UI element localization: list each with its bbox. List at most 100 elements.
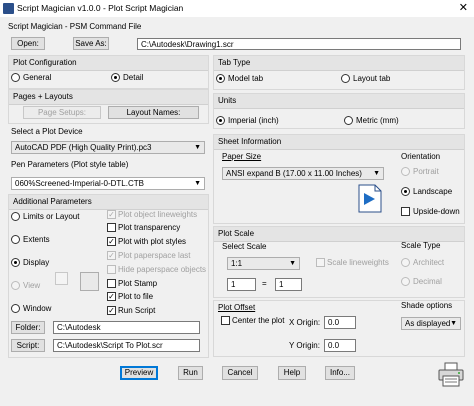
detail-radio[interactable]: [111, 73, 120, 82]
plot-to-file-checkbox[interactable]: ✓: [107, 292, 116, 301]
center-the-plot-checkbox[interactable]: [221, 316, 230, 325]
run-script-checkbox[interactable]: ✓: [107, 306, 116, 315]
plot-paperspace-last-checkbox[interactable]: ✓: [107, 251, 116, 260]
chevron-down-icon: ▼: [373, 170, 380, 177]
metric-label: Metric (mm): [356, 116, 399, 125]
imperial-radio[interactable]: [216, 116, 225, 125]
view-label: View: [23, 281, 41, 290]
close-icon[interactable]: ✕: [459, 1, 468, 14]
general-label: General: [23, 73, 52, 82]
pen-parameters-value: 060%Screened-Imperial-0-DTL.CTB: [15, 179, 144, 188]
plot-device-label: Select a Plot Device: [11, 127, 83, 136]
view-name-box[interactable]: [55, 272, 68, 285]
command-file-path-field[interactable]: C:\Autodesk\Drawing1.scr: [137, 38, 461, 50]
orientation-label: Orientation: [401, 152, 441, 161]
equals-label: =: [262, 279, 267, 288]
scale-type-label: Scale Type: [401, 241, 441, 250]
center-the-plot-label: Center the plot: [232, 316, 285, 325]
plot-configuration-header: Plot Configuration: [9, 56, 208, 71]
model-tab-label: Model tab: [228, 74, 264, 83]
preview-button[interactable]: Preview: [120, 366, 158, 380]
window-pick-button[interactable]: [80, 272, 99, 291]
scale-numerator-field[interactable]: 1: [227, 278, 256, 291]
hide-paperspace-objects-label: Hide paperspace objects: [118, 265, 207, 274]
script-button[interactable]: Script:: [11, 339, 45, 352]
shade-options-label: Shade options: [401, 301, 453, 310]
plot-with-plot-styles-checkbox[interactable]: ✓: [107, 237, 116, 246]
layout-tab-radio[interactable]: [341, 74, 350, 83]
shade-options-value: As displayed: [405, 319, 451, 328]
paper-size-select[interactable]: ANSI expand B (17.00 x 11.00 Inches) ▼: [222, 167, 384, 180]
printer-icon: [438, 362, 464, 387]
plot-configuration-group: Plot Configuration: [8, 55, 209, 89]
script-path-field[interactable]: C:\Autodesk\Script To Plot.scr: [53, 339, 200, 352]
plot-stamp-label: Plot Stamp: [118, 279, 158, 288]
extents-radio[interactable]: [11, 235, 20, 244]
x-origin-field[interactable]: 0.0: [324, 316, 356, 329]
portrait-label: Portrait: [413, 167, 439, 176]
plot-transparency-checkbox[interactable]: [107, 223, 116, 232]
imperial-label: Imperial (inch): [228, 116, 279, 125]
plot-transparency-label: Plot transparency: [118, 223, 181, 232]
file-section-label: Script Magician - PSM Command File: [8, 22, 142, 31]
select-scale-label: Select Scale: [222, 242, 267, 251]
plot-device-value: AutoCAD PDF (High Quality Print).pc3: [15, 143, 152, 152]
model-tab-radio[interactable]: [216, 74, 225, 83]
scale-lineweights-checkbox[interactable]: [316, 258, 325, 267]
hide-paperspace-objects-checkbox[interactable]: [107, 265, 116, 274]
script-magician-window: Script Magician v1.0.0 - Plot Script Mag…: [0, 0, 474, 406]
page-setups-button[interactable]: Page Setups:: [23, 106, 101, 119]
x-origin-label: X Origin:: [289, 318, 321, 327]
plot-object-lineweights-label: Plot object lineweights: [118, 210, 198, 219]
plot-device-select[interactable]: AutoCAD PDF (High Quality Print).pc3 ▼: [11, 141, 205, 154]
scale-select[interactable]: 1:1 ▼: [227, 257, 300, 270]
plot-to-file-label: Plot to file: [118, 292, 154, 301]
landscape-page-icon: [358, 184, 382, 213]
scale-denominator-field[interactable]: 1: [275, 278, 302, 291]
pen-parameters-select[interactable]: 060%Screened-Imperial-0-DTL.CTB ▼: [11, 177, 205, 190]
architect-label: Architect: [413, 258, 445, 267]
additional-parameters-header: Additional Parameters: [9, 195, 208, 210]
window-radio[interactable]: [11, 304, 20, 313]
layout-names-button[interactable]: Layout Names:: [108, 106, 199, 119]
sheet-information-header: Sheet Information: [214, 135, 464, 150]
y-origin-field[interactable]: 0.0: [324, 339, 356, 352]
metric-radio[interactable]: [344, 116, 353, 125]
scale-lineweights-label: Scale lineweights: [327, 258, 389, 267]
landscape-radio[interactable]: [401, 187, 410, 196]
limits-or-layout-radio[interactable]: [11, 212, 20, 221]
save-as-button[interactable]: Save As:: [73, 37, 109, 50]
upside-down-label: Upside-down: [413, 207, 460, 216]
y-origin-label: Y Origin:: [289, 341, 320, 350]
general-radio[interactable]: [11, 73, 20, 82]
run-button[interactable]: Run: [178, 366, 203, 380]
folder-button[interactable]: Folder:: [11, 321, 45, 334]
run-script-label: Run Script: [118, 306, 156, 315]
plot-with-plot-styles-label: Plot with plot styles: [118, 237, 187, 246]
help-button[interactable]: Help: [278, 366, 306, 380]
window-label: Window: [23, 304, 52, 313]
upside-down-checkbox[interactable]: [401, 207, 410, 216]
folder-path-field[interactable]: C:\Autodesk: [53, 321, 200, 334]
open-button[interactable]: Open:: [11, 37, 45, 50]
portrait-radio[interactable]: [401, 167, 410, 176]
extents-label: Extents: [23, 235, 50, 244]
decimal-radio[interactable]: [401, 277, 410, 286]
pages-layouts-header: Pages + Layouts: [9, 90, 208, 105]
decimal-label: Decimal: [413, 277, 442, 286]
units-header: Units: [214, 94, 464, 109]
architect-radio[interactable]: [401, 258, 410, 267]
title-bar: Script Magician v1.0.0 - Plot Script Mag…: [0, 0, 474, 17]
paper-size-label: Paper Size: [222, 152, 262, 161]
display-radio[interactable]: [11, 258, 20, 267]
view-radio[interactable]: [11, 281, 20, 290]
info-button[interactable]: Info...: [325, 366, 355, 380]
chevron-down-icon: ▼: [194, 180, 201, 187]
display-label: Display: [23, 258, 50, 267]
shade-options-select[interactable]: As displayed ▼: [401, 317, 461, 330]
plot-stamp-checkbox[interactable]: [107, 279, 116, 288]
plot-object-lineweights-checkbox[interactable]: ✓: [107, 210, 116, 219]
cancel-button[interactable]: Cancel: [222, 366, 258, 380]
landscape-label: Landscape: [413, 187, 453, 196]
chevron-down-icon: ▼: [194, 144, 201, 151]
